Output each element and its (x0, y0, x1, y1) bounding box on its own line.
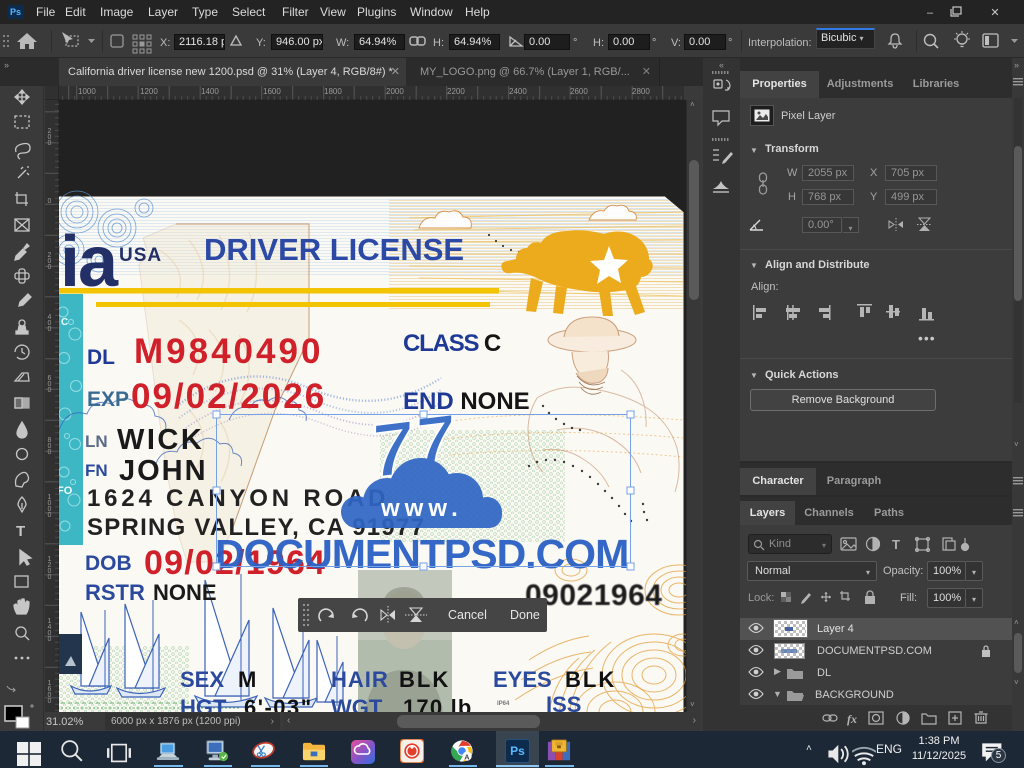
svg-text:T: T (892, 537, 900, 552)
svg-text:EYES: EYES (493, 667, 552, 692)
svg-text:Cancel: Cancel (448, 608, 487, 622)
svg-text:DL: DL (87, 346, 115, 369)
svg-text:09/02/2026: 09/02/2026 (131, 377, 326, 416)
svg-text:ia: ia (60, 222, 119, 302)
svg-text:NONE: NONE (153, 580, 217, 605)
svg-text:HGT: HGT (180, 695, 227, 712)
svg-text:IP64: IP64 (497, 701, 510, 707)
svg-text:Done: Done (510, 608, 540, 622)
svg-text:M9840490: M9840490 (134, 332, 323, 371)
svg-text:CLASS C: CLASS C (403, 330, 501, 357)
svg-text:JOHN: JOHN (119, 455, 208, 487)
svg-text:www.: www. (380, 495, 463, 522)
svg-text:ISS: ISS (546, 692, 581, 712)
svg-text:C: C (61, 317, 68, 328)
svg-text:WICK: WICK (117, 424, 204, 456)
svg-text:DOB: DOB (85, 552, 132, 575)
svg-text:SEX: SEX (180, 667, 224, 692)
svg-text:«: « (719, 60, 724, 70)
svg-text:T: T (16, 523, 25, 540)
svg-text:BLK: BLK (565, 667, 616, 692)
svg-text:6'-03": 6'-03" (244, 695, 313, 712)
svg-text:HAIR: HAIR (331, 667, 389, 692)
svg-text:M: M (238, 667, 256, 692)
svg-text:RSTR: RSTR (85, 580, 145, 605)
svg-text:FN: FN (85, 461, 108, 480)
svg-text:170 lb: 170 lb (403, 695, 473, 712)
svg-text:DRIVER LICENSE: DRIVER LICENSE (204, 232, 464, 267)
svg-text:WGT: WGT (331, 695, 383, 712)
svg-text:A: A (464, 752, 470, 761)
svg-text:EXP: EXP (87, 388, 129, 411)
svg-text:fx: fx (847, 712, 857, 726)
svg-text:USA: USA (119, 245, 162, 266)
svg-text:FO: FO (59, 485, 73, 497)
svg-text:LN: LN (85, 432, 108, 451)
svg-text:BLK: BLK (399, 667, 450, 692)
